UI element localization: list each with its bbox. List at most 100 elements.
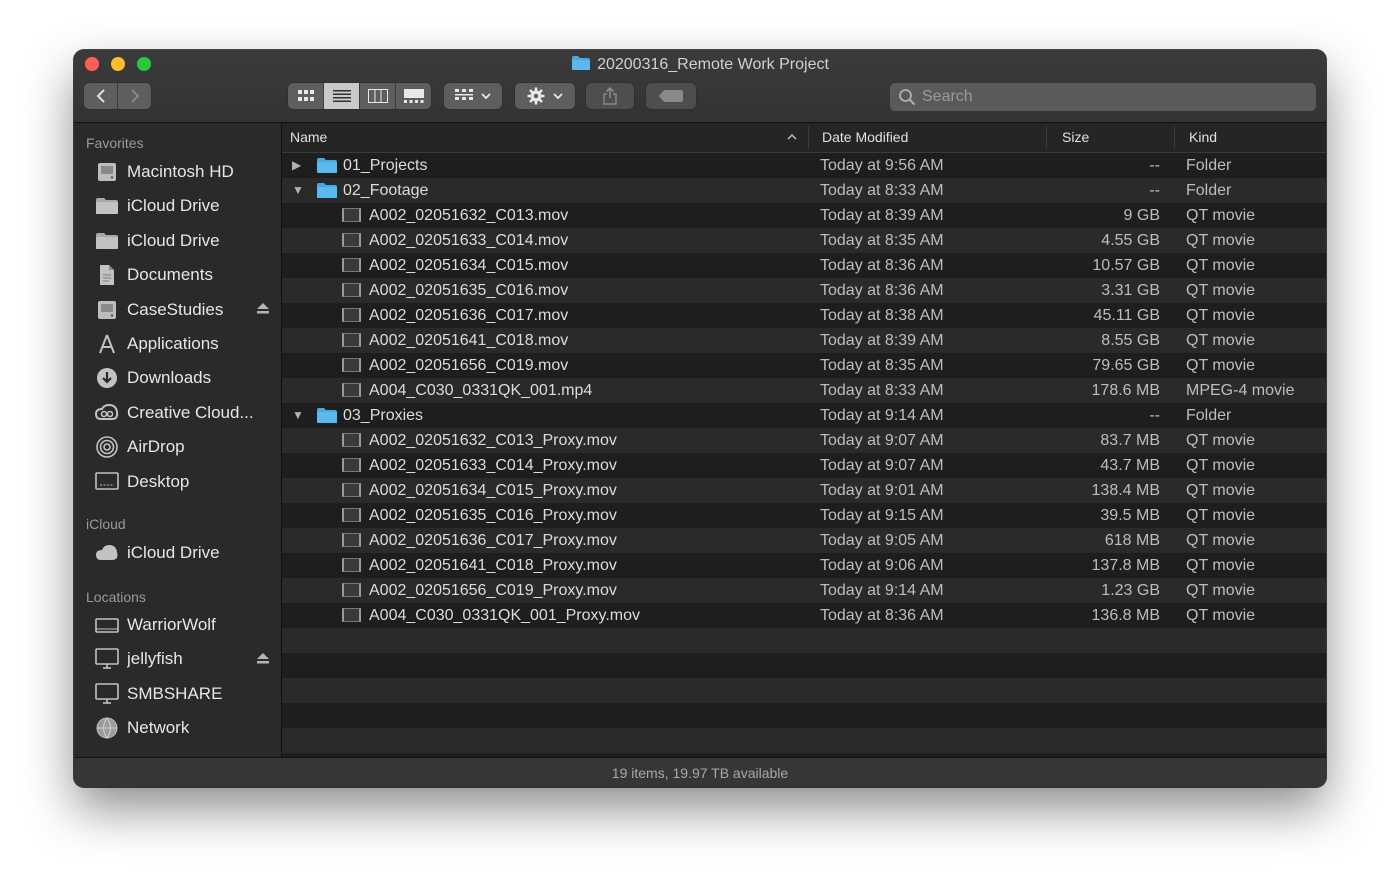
sidebar-icloud-item[interactable]: iCloud Drive (94, 540, 269, 566)
search-field[interactable]: Search (890, 83, 1316, 111)
sidebar-favorite-item[interactable]: iCloud Drive (94, 228, 269, 254)
sidebar-favorite-item[interactable]: iCloud Drive (94, 193, 269, 219)
list-view-button[interactable] (324, 83, 360, 109)
movie-thumbnail-icon (342, 308, 361, 322)
disclosure-expanded-icon[interactable]: ▼ (292, 183, 304, 197)
file-name: A002_02051632_C013_Proxy.mov (369, 432, 617, 449)
folder-icon (94, 230, 120, 252)
file-name: A002_02051634_C015.mov (369, 257, 569, 274)
sidebar-favorite-item[interactable]: Applications (94, 331, 269, 357)
file-row[interactable]: A002_02051635_C016_Proxy.mov Today at 9:1… (282, 503, 1326, 528)
eject-icon[interactable] (257, 652, 269, 667)
file-row[interactable]: A002_02051656_C019_Proxy.mov Today at 9:1… (282, 578, 1326, 603)
folder-row[interactable]: ▼ 02_Footage Today at 8:33 AM -- Folder (282, 178, 1326, 203)
gallery-view-button[interactable] (396, 83, 431, 109)
empty-row (282, 728, 1326, 753)
file-row[interactable]: A002_02051633_C014_Proxy.mov Today at 9:0… (282, 453, 1326, 478)
monitor-icon (94, 682, 120, 705)
group-by-button[interactable] (444, 83, 502, 109)
tags-button[interactable] (646, 83, 696, 109)
file-row[interactable]: A002_02051641_C018_Proxy.mov Today at 9:0… (282, 553, 1326, 578)
folder-row[interactable]: ▶ 01_Projects Today at 9:56 AM -- Folder (282, 153, 1326, 178)
sidebar-favorite-item[interactable]: Creative Cloud... (94, 400, 269, 426)
file-size: 45.11 GB (1093, 307, 1160, 324)
empty-row (282, 703, 1326, 728)
sidebar-location-item[interactable]: WarriorWolf (94, 612, 269, 638)
file-name: A002_02051656_C019.mov (369, 357, 569, 374)
column-separator[interactable] (808, 126, 809, 149)
sidebar-section-locations: Locations (86, 589, 146, 605)
sidebar-location-item[interactable]: jellyfish (94, 646, 269, 672)
file-name: A002_02051656_C019_Proxy.mov (369, 582, 617, 599)
column-header-name[interactable]: Name (290, 129, 327, 145)
sidebar-item-label: iCloud Drive (127, 230, 220, 250)
file-kind: QT movie (1186, 282, 1256, 299)
sidebar-item-label: Macintosh HD (127, 162, 234, 181)
empty-row (282, 628, 1326, 653)
disclosure-collapsed-icon[interactable]: ▶ (292, 158, 301, 172)
sidebar-location-item[interactable]: Network (94, 715, 269, 741)
file-kind: QT movie (1186, 332, 1256, 349)
sidebar-favorite-item[interactable]: AirDrop (94, 434, 269, 460)
movie-thumbnail-icon (342, 508, 361, 522)
file-size: -- (1149, 182, 1160, 199)
back-button[interactable] (84, 83, 118, 109)
creative-cloud-icon (94, 402, 120, 424)
column-header-row: Name Date Modified Size Kind (282, 123, 1326, 153)
share-button[interactable] (586, 83, 634, 109)
file-size: 178.6 MB (1091, 382, 1160, 399)
file-row[interactable]: A002_02051632_C013_Proxy.mov Today at 9:0… (282, 428, 1326, 453)
column-view-button[interactable] (360, 83, 396, 109)
column-header-date[interactable]: Date Modified (822, 129, 908, 145)
column-header-kind[interactable]: Kind (1189, 129, 1217, 145)
file-row[interactable]: A002_02051635_C016.mov Today at 8:36 AM 3.… (282, 278, 1326, 303)
empty-row (282, 678, 1326, 703)
column-separator[interactable] (1046, 126, 1047, 149)
eject-icon[interactable] (257, 302, 269, 317)
file-date-modified: Today at 8:35 AM (820, 357, 944, 374)
file-kind: QT movie (1186, 432, 1256, 449)
sidebar-item-label: Documents (127, 265, 213, 285)
file-row[interactable]: A002_02051633_C014.mov Today at 8:35 AM 4.… (282, 228, 1326, 253)
file-row[interactable]: A002_02051636_C017_Proxy.mov Today at 9:0… (282, 528, 1326, 553)
movie-thumbnail-icon (342, 333, 361, 347)
file-row[interactable]: A004_C030_0331QK_001_Proxy.mov Today at 8… (282, 603, 1326, 628)
file-row[interactable]: A002_02051634_C015_Proxy.mov Today at 9:0… (282, 478, 1326, 503)
sidebar-location-item[interactable]: SMBSHARE (94, 681, 269, 707)
file-row[interactable]: A004_C030_0331QK_001.mp4 Today at 8:33 AM… (282, 378, 1326, 403)
action-menu-button[interactable] (515, 83, 575, 109)
network-icon (94, 717, 120, 739)
file-row[interactable]: A002_02051656_C019.mov Today at 8:35 AM 79… (282, 353, 1326, 378)
disclosure-expanded-icon[interactable]: ▼ (292, 408, 304, 422)
file-date-modified: Today at 9:56 AM (820, 157, 944, 174)
file-date-modified: Today at 8:39 AM (820, 332, 944, 349)
file-kind: QT movie (1186, 507, 1256, 524)
column-header-size[interactable]: Size (1062, 129, 1089, 145)
file-date-modified: Today at 8:38 AM (820, 307, 944, 324)
file-date-modified: Today at 8:39 AM (820, 207, 944, 224)
search-icon (899, 89, 916, 106)
file-date-modified: Today at 9:15 AM (820, 507, 944, 524)
sidebar-favorite-item[interactable]: Documents (94, 262, 269, 288)
file-row[interactable]: A002_02051634_C015.mov Today at 8:36 AM 10… (282, 253, 1326, 278)
airdrop-icon (94, 436, 120, 458)
file-list: Name Date Modified Size Kind ▶ 01_Project… (282, 123, 1326, 757)
movie-thumbnail-icon (342, 433, 361, 447)
file-kind: QT movie (1186, 357, 1256, 374)
sidebar-favorite-item[interactable]: CaseStudies (94, 297, 269, 323)
file-name: A002_02051633_C014.mov (369, 232, 569, 249)
applications-icon (94, 333, 120, 355)
sidebar-favorite-item[interactable]: Desktop (94, 469, 269, 495)
file-row[interactable]: A002_02051641_C018.mov Today at 8:39 AM 8.… (282, 328, 1326, 353)
file-row[interactable]: A002_02051632_C013.mov Today at 8:39 AM 9 … (282, 203, 1326, 228)
grid-icon (455, 89, 473, 100)
file-row[interactable]: A002_02051636_C017.mov Today at 8:38 AM 45… (282, 303, 1326, 328)
folder-row[interactable]: ▼ 03_Proxies Today at 9:14 AM -- Folder (282, 403, 1326, 428)
sidebar-favorite-item[interactable]: Macintosh HD (94, 159, 269, 185)
icon-view-button[interactable] (288, 83, 324, 109)
file-name: A002_02051636_C017.mov (369, 307, 569, 324)
sidebar-favorite-item[interactable]: Downloads (94, 365, 269, 391)
forward-button[interactable] (118, 83, 151, 109)
sidebar-item-label: Applications (127, 334, 219, 353)
column-separator[interactable] (1174, 126, 1175, 149)
